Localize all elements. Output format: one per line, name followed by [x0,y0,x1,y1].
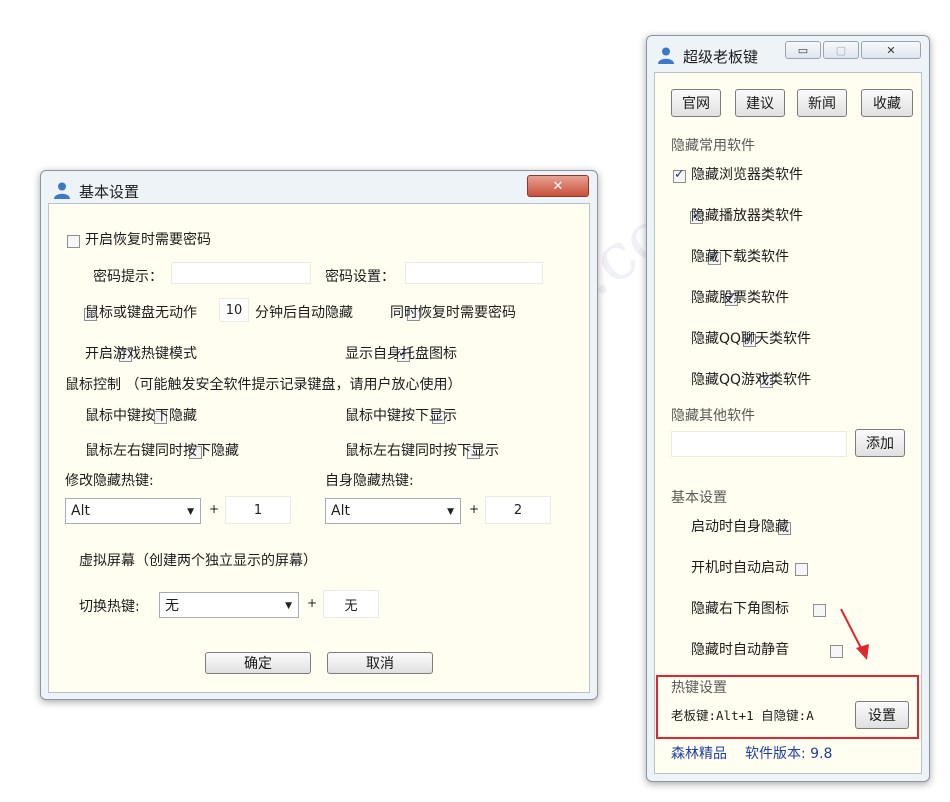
self-key-value: 2 [513,502,523,518]
hide-key-input[interactable]: 1 [225,496,291,524]
hide-browsers-label: 隐藏浏览器类软件 [691,167,803,183]
chevron-down-icon: ▼ [187,507,194,517]
hide-tray-icon-label: 隐藏右下角图标 [691,601,789,617]
chevron-down-icon: ▼ [285,601,292,611]
middle-show-label: 鼠标中键按下显示 [345,408,457,424]
game-mode-label: 开启游戏热键模式 [85,346,197,362]
basic-settings-window: 基本设置 ✕ 开启恢复时需要密码 密码提示： 密码设置： 鼠标或键盘无动作 10… [40,170,598,700]
idle-hide-label: 鼠标或键盘无动作 [85,305,197,321]
idle-suffix-label: 分钟后自动隐藏 [255,305,353,321]
switch-modifier-value: 无 [165,598,179,614]
idle-minutes-value: 10 [225,302,243,318]
password-set-label: 密码设置： [325,269,395,285]
footer-version: 软件版本: 9.8 [745,746,833,762]
show-tray-icon-label: 显示自身托盘图标 [345,346,457,362]
hide-stocks-label: 隐藏股票类软件 [691,290,789,306]
minimize-button[interactable]: ▭ [785,41,821,59]
plus-sign: + [469,502,480,516]
official-site-button[interactable]: 官网 [671,89,721,117]
chevron-down-icon: ▼ [447,507,454,517]
self-modifier-select[interactable]: Alt ▼ [325,498,461,524]
switch-key-input[interactable]: 无 [323,590,379,618]
highlight-box [656,675,919,739]
hide-key-value: 1 [253,502,263,518]
autostart-label: 开机时自动启动 [691,560,789,576]
hide-browsers-checkbox[interactable] [673,167,686,183]
require-password-label: 开启恢复时需要密码 [85,232,211,248]
idle-minutes-input[interactable]: 10 [219,298,249,322]
middle-hide-label: 鼠标中键按下隐藏 [85,408,197,424]
window-title: 超级老板键 [683,48,759,66]
window-title: 基本设置 [79,183,140,201]
minimize-icon: ▭ [797,43,809,57]
self-hide-on-start-label: 启动时自身隐藏 [691,519,789,535]
self-modifier-value: Alt [331,503,350,519]
common-software-heading: 隐藏常用软件 [671,138,755,154]
auto-mute-label: 隐藏时自动静音 [691,642,789,658]
self-key-input[interactable]: 2 [485,496,551,524]
plus-sign: + [307,596,318,610]
maximize-button[interactable]: ▢ [823,41,859,59]
switch-hotkey-label: 切换热键: [79,599,140,615]
annotation-arrow [840,608,869,660]
suggestion-button[interactable]: 建议 [735,89,785,117]
restore-password-label: 同时恢复时需要密码 [390,305,516,321]
other-software-input[interactable] [671,431,847,457]
switch-key-value: 无 [344,598,358,614]
hide-downloaders-label: 隐藏下载类软件 [691,249,789,265]
close-button[interactable]: ✕ [527,175,589,197]
autostart-checkbox[interactable] [795,562,809,576]
self-hotkey-label: 自身隐藏热键: [325,473,414,489]
hide-modifier-value: Alt [71,503,90,519]
virtual-screen-label: 虚拟屏幕（创建两个独立显示的屏幕） [79,553,317,569]
footer-brand-link[interactable]: 森林精品 [671,743,727,763]
hide-qq-games-label: 隐藏QQ游戏类软件 [691,372,812,388]
close-icon: ✕ [886,43,896,57]
user-icon [658,47,674,64]
mouse-control-label: 鼠标控制 （可能触发安全软件提示记录键盘，请用户放心使用） [65,377,462,393]
cancel-button[interactable]: 取消 [327,652,433,674]
close-icon: ✕ [552,178,564,194]
hide-qq-chat-label: 隐藏QQ聊天类软件 [691,331,812,347]
hide-modifier-select[interactable]: Alt ▼ [65,498,201,524]
news-button[interactable]: 新闻 [797,89,847,117]
password-hint-input[interactable] [171,262,311,284]
switch-modifier-select[interactable]: 无 ▼ [159,592,299,618]
basic-settings-body: 开启恢复时需要密码 密码提示： 密码设置： 鼠标或键盘无动作 10 分钟后自动隐… [48,203,590,693]
hide-hotkey-label: 修改隐藏热键: [65,473,154,489]
lr-hide-label: 鼠标左右键同时按下隐藏 [85,443,239,459]
hide-players-label: 隐藏播放器类软件 [691,208,803,224]
boss-key-window: 超级老板键 ▭ ▢ ✕ 官网 建议 新闻 收藏 隐藏常用软件 隐藏浏览器类软件 … [646,35,930,782]
favorite-button[interactable]: 收藏 [861,89,913,117]
close-button[interactable]: ✕ [861,41,921,59]
password-set-input[interactable] [405,262,543,284]
boss-key-body: 官网 建议 新闻 收藏 隐藏常用软件 隐藏浏览器类软件 隐藏播放器类软件 隐藏下… [654,72,922,774]
add-button[interactable]: 添加 [855,429,905,457]
basic-settings-heading: 基本设置 [671,490,727,506]
lr-show-label: 鼠标左右键同时按下显示 [345,443,499,459]
plus-sign: + [209,502,220,516]
password-hint-label: 密码提示： [93,269,163,285]
ok-button[interactable]: 确定 [205,652,311,674]
maximize-icon: ▢ [835,43,847,57]
user-icon [54,182,70,199]
hide-tray-icon-checkbox[interactable] [812,603,826,617]
require-password-checkbox[interactable] [67,234,80,248]
other-software-heading: 隐藏其他软件 [671,408,755,424]
